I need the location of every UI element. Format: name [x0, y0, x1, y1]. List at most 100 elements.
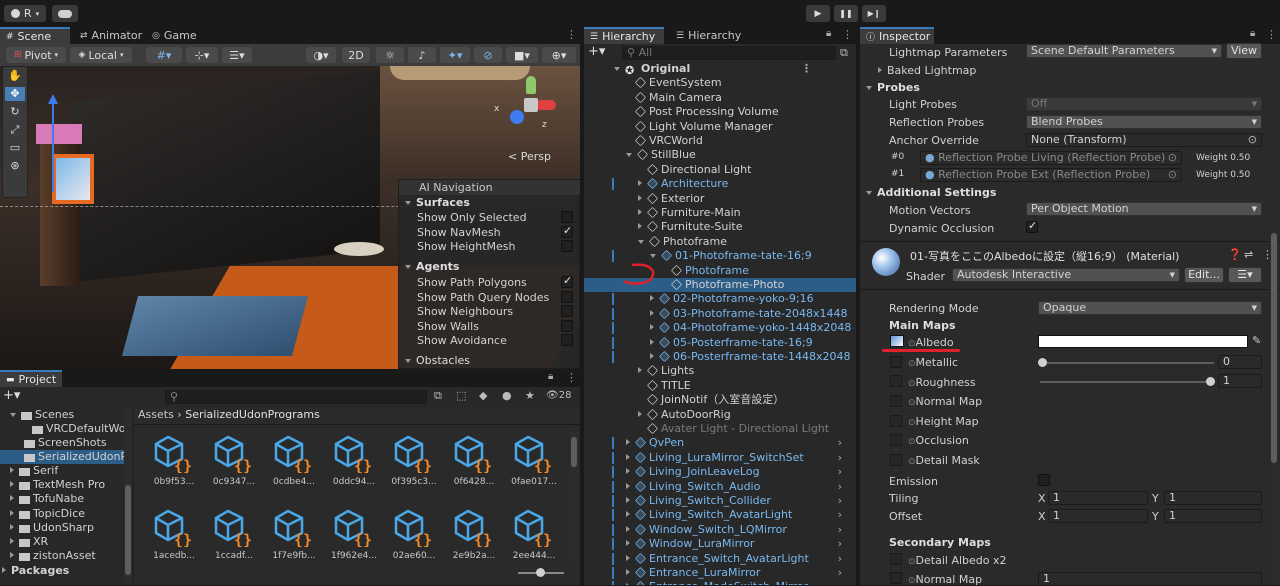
folder-scrollbar[interactable]	[124, 407, 132, 585]
persp-label[interactable]: < Persp	[508, 150, 551, 163]
prefab-open-icon[interactable]: ›	[838, 480, 842, 494]
material-settings-icon[interactable]: ⇌	[1244, 248, 1253, 261]
hierarchy-row[interactable]: Directional Light	[584, 163, 856, 177]
expand-arrow-icon[interactable]	[638, 223, 642, 230]
prefab-open-icon[interactable]: ›	[838, 537, 842, 551]
expand-arrow-icon[interactable]	[626, 540, 630, 547]
obstacles-header[interactable]: Obstacles	[405, 354, 470, 367]
add-object-icon[interactable]: +▾	[588, 44, 605, 59]
motion-vectors-dropdown[interactable]: Per Object Motion ▼	[1026, 202, 1262, 216]
reflection-probes-dropdown[interactable]: Blend Probes ▼	[1026, 115, 1262, 129]
expand-arrow-icon[interactable]	[626, 453, 630, 460]
expand-arrow-icon[interactable]	[650, 254, 656, 259]
hierarchy-row[interactable]: Living_Switch_Collider ›	[584, 494, 856, 508]
warning-filter-icon[interactable]: ●	[502, 389, 512, 402]
prefab-open-icon[interactable]: ›	[838, 451, 842, 465]
inspector-menu-icon[interactable]: ⋮	[1266, 28, 1277, 41]
project-search-input[interactable]: ⚲	[165, 390, 427, 404]
hierarchy-row[interactable]: Architecture	[584, 177, 856, 191]
shader-options-button[interactable]: ☰▾	[1228, 267, 1262, 283]
anchor-override-field[interactable]: None (Transform) ⊙	[1026, 133, 1262, 147]
project-menu-icon[interactable]: ⋮	[566, 371, 577, 384]
create-plus-icon[interactable]: +▾	[3, 388, 20, 403]
shader-dropdown[interactable]: Autodesk Interactive ▼	[952, 268, 1180, 282]
expand-arrow-icon[interactable]	[614, 67, 620, 71]
inspector-scrollbar[interactable]	[1270, 227, 1278, 585]
shading-mode-button[interactable]: ◑▾	[306, 47, 336, 63]
expand-arrow-icon[interactable]	[650, 353, 654, 359]
show-only-selected-checkbox[interactable]	[561, 211, 573, 223]
hierarchy-scene-search-icon[interactable]: ⧉	[840, 46, 848, 60]
udon-program-asset[interactable]: {} 2e9b2a...	[444, 507, 504, 561]
show-neighbours-checkbox[interactable]	[561, 305, 573, 317]
metallic-slider[interactable]	[1038, 358, 1214, 367]
udon-program-asset[interactable]: {} 0f395c3...	[384, 433, 444, 487]
emission-checkbox[interactable]	[1038, 474, 1050, 486]
roughness-slider[interactable]	[1040, 377, 1215, 386]
hierarchy-row[interactable]: Living_Switch_AvatarLight ›	[584, 508, 856, 522]
additional-settings-header[interactable]: Additional Settings	[866, 186, 996, 199]
show-heightmesh-checkbox[interactable]	[561, 240, 573, 252]
normal-texture-slot[interactable]	[890, 395, 902, 407]
folder-packages[interactable]: Packages	[0, 564, 132, 578]
expand-arrow-icon[interactable]	[626, 511, 630, 518]
folder-topicdice[interactable]: TopicDice	[0, 507, 132, 521]
expand-arrow-icon[interactable]	[650, 338, 654, 345]
hierarchy-row[interactable]: AutoDoorRig	[584, 408, 856, 422]
albedo-texture-slot[interactable]	[890, 335, 904, 347]
hierarchy-row[interactable]: Entrance_Switch_AvatarLight ›	[584, 552, 856, 566]
hierarchy-row[interactable]: 05-Posterframe-tate-16;9	[584, 336, 856, 350]
offset-y-field[interactable]: 1	[1164, 509, 1262, 523]
hierarchy-row[interactable]: 06-Posterframe-tate-1448x2048	[584, 350, 856, 364]
prefab-open-icon[interactable]: ›	[838, 494, 842, 508]
normal2-scale-field[interactable]: 1	[1038, 572, 1262, 586]
prefab-open-icon[interactable]: ›	[838, 580, 842, 585]
zoom-slider[interactable]	[518, 568, 564, 577]
prefab-open-icon[interactable]: ›	[838, 523, 842, 537]
hierarchy-row[interactable]: Living_Switch_Audio ›	[584, 480, 856, 494]
type-filter-icon[interactable]: ⬚	[456, 389, 466, 402]
show-avoidance-checkbox[interactable]	[561, 334, 573, 346]
transform-tool-icon[interactable]: ⊛	[5, 159, 25, 173]
lightmap-dropdown[interactable]: Scene Default Parameters ▼	[1026, 44, 1222, 58]
pivot-dropdown[interactable]: ⊞ Pivot ▾	[6, 47, 66, 63]
hierarchy-row[interactable]: Entrance_ModeSwitch_Mirror ›	[584, 580, 856, 585]
expand-arrow-icon[interactable]	[638, 180, 642, 187]
tab-scene[interactable]: # Scene	[0, 27, 70, 44]
effects-dropdown[interactable]: ✦▾	[440, 47, 470, 63]
expand-arrow-icon[interactable]	[638, 194, 642, 201]
hierarchy-row[interactable]: 04-Photoframe-yoko-1448x2048	[584, 321, 856, 335]
lighting-toggle[interactable]: ☼	[376, 47, 404, 63]
udon-program-asset[interactable]: {} 1ccadf...	[204, 507, 264, 561]
hierarchy-search-input[interactable]: ⚲ All	[622, 46, 836, 60]
udon-program-asset[interactable]: {} 2ee444...	[504, 507, 564, 561]
project-lock-icon[interactable]: 🔒︎	[548, 371, 553, 382]
roughness-slider-handle[interactable]	[1206, 377, 1215, 386]
expand-arrow-icon[interactable]	[638, 209, 642, 215]
prefab-open-icon[interactable]: ›	[838, 552, 842, 566]
metallic-value[interactable]: 0	[1218, 355, 1262, 369]
hierarchy-row[interactable]: Living_JoinLeaveLog ›	[584, 465, 856, 479]
expand-arrow-icon[interactable]	[650, 295, 654, 302]
folder-tofunabe[interactable]: TofuNabe	[0, 492, 132, 506]
prefab-open-icon[interactable]: ›	[838, 566, 842, 580]
favorite-star-icon[interactable]: ★	[525, 389, 535, 402]
folder-screenshots[interactable]: ScreenShots	[0, 436, 132, 450]
normal2-texture-slot[interactable]	[890, 572, 902, 584]
expand-arrow-icon[interactable]	[650, 309, 654, 316]
account-dropdown[interactable]: R ▾	[4, 5, 46, 22]
prefab-open-icon[interactable]: ›	[838, 465, 842, 479]
hierarchy-menu-icon[interactable]: ⋮	[842, 28, 853, 41]
hierarchy-row[interactable]: Photoframe	[584, 235, 856, 249]
2d-toggle[interactable]: 2D	[342, 47, 370, 63]
visibility-toggle[interactable]: ⊘	[474, 47, 502, 63]
baked-lightmap-foldout[interactable]: Baked Lightmap	[878, 64, 976, 77]
folder-zistonasset[interactable]: zistonAsset	[0, 549, 132, 563]
help-icon[interactable]: ❓	[1228, 248, 1242, 261]
expand-arrow-icon[interactable]	[626, 569, 630, 575]
incremental-snap-button[interactable]: ☰▾	[222, 47, 252, 63]
hierarchy-row[interactable]: Post Processing Volume	[584, 105, 856, 119]
move-tool-icon[interactable]: ✥	[5, 87, 25, 101]
assets-scrollbar[interactable]	[570, 427, 578, 562]
rect-tool-icon[interactable]: ▭	[5, 141, 25, 155]
